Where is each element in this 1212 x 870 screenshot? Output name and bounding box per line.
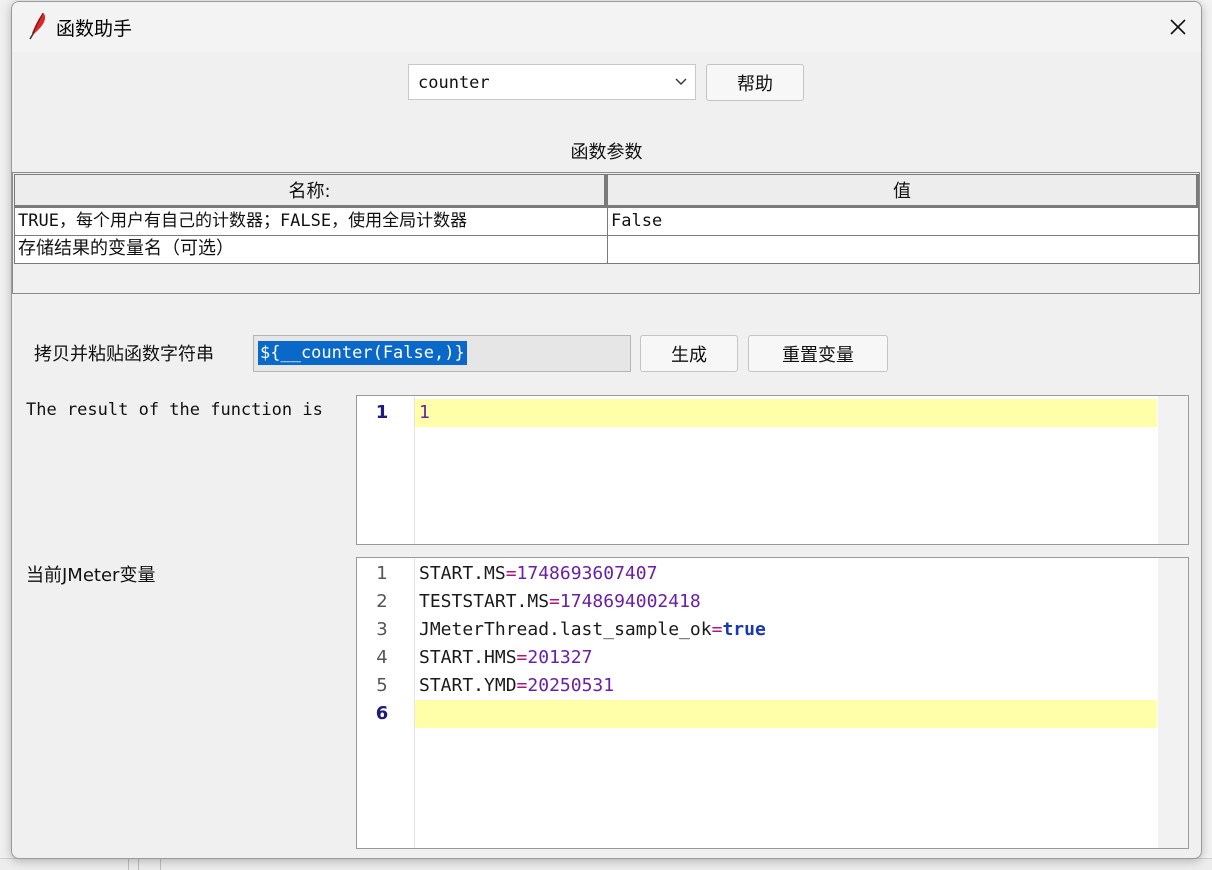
window-title: 函数助手 (56, 18, 133, 40)
editor-line: 1 1 (357, 399, 1188, 427)
editor-line: 5 START.YMD=20250531 (357, 672, 1188, 700)
editor-line: 2 TESTSTART.MS=1748694002418 (357, 588, 1188, 616)
editor-line: 3 JMeterThread.last_sample_ok=true (357, 616, 1188, 644)
column-header-value[interactable]: 值 (607, 174, 1199, 207)
param-value-cell[interactable]: False (607, 207, 1199, 236)
line-text: START.YMD=20250531 (415, 672, 1157, 700)
result-label: The result of the function is (26, 400, 323, 420)
background-window-edge (1201, 0, 1212, 869)
equals-sign: = (516, 647, 528, 668)
variable-value: true (722, 619, 766, 640)
background-divider (138, 859, 139, 870)
line-number: 2 (376, 591, 388, 612)
line-text: JMeterThread.last_sample_ok=true (415, 616, 1157, 644)
title-bar[interactable]: 函数助手 (12, 2, 1201, 52)
function-select[interactable]: counter (408, 64, 696, 100)
variable-key: JMeterThread.last_sample_ok (419, 619, 712, 640)
close-button[interactable] (1155, 2, 1201, 52)
line-text: START.HMS=201327 (415, 644, 1157, 672)
help-button[interactable]: 帮助 (706, 64, 804, 101)
close-icon (1170, 19, 1186, 35)
variable-key: START.HMS (419, 647, 517, 668)
line-text: 1 (415, 399, 1157, 427)
equals-sign: = (505, 563, 517, 584)
function-helper-dialog: 函数助手 counter 帮助 函数参数 名称: 值 TRUE，每个用户有自己的… (11, 1, 1202, 859)
line-number: 1 (376, 563, 388, 584)
variable-value: 1748693607407 (516, 563, 658, 584)
param-value-cell[interactable] (607, 235, 1199, 264)
feather-icon (29, 12, 46, 40)
variable-key: START.MS (419, 563, 506, 584)
line-number: 4 (376, 647, 388, 668)
equals-sign: = (711, 619, 723, 640)
line-number: 1 (375, 402, 389, 423)
variable-value: 201327 (527, 647, 593, 668)
params-table: 名称: 值 TRUE，每个用户有自己的计数器；FALSE，使用全局计数器 Fal… (12, 172, 1200, 294)
variable-value: 20250531 (527, 675, 615, 696)
chevron-down-icon (675, 78, 687, 85)
variable-value: 1748694002418 (559, 591, 701, 612)
variable-key: START.YMD (419, 675, 517, 696)
function-select-value: counter (418, 73, 490, 93)
variable-key: TESTSTART.MS (419, 591, 550, 612)
background-window-bottom (0, 858, 1212, 870)
line-number: 5 (376, 675, 388, 696)
editor-line: 1 START.MS=1748693607407 (357, 560, 1188, 588)
line-text: START.MS=1748693607407 (415, 560, 1157, 588)
reset-variables-button[interactable]: 重置变量 (748, 335, 888, 372)
background-divider (160, 859, 161, 870)
params-section-title: 函数参数 (570, 142, 643, 163)
param-name-cell[interactable]: 存储结果的变量名（可选） (14, 235, 608, 264)
line-number: 6 (375, 703, 389, 724)
editor-line-current: 6 (357, 700, 1188, 728)
function-string-selected-text: ${__counter(False,)} (258, 341, 467, 365)
editor-line: 4 START.HMS=201327 (357, 644, 1188, 672)
result-editor[interactable]: 1 1 (356, 395, 1189, 545)
jmeter-variables-label: 当前JMeter变量 (26, 565, 156, 586)
function-string-field[interactable]: ${__counter(False,)} (253, 335, 631, 372)
variables-editor[interactable]: 1 START.MS=1748693607407 2 TESTSTART.MS=… (356, 557, 1189, 849)
line-text (415, 700, 1157, 728)
function-string-label: 拷贝并粘贴函数字符串 (34, 344, 214, 365)
column-header-name[interactable]: 名称: (14, 174, 607, 207)
equals-sign: = (516, 675, 528, 696)
generate-button[interactable]: 生成 (640, 335, 738, 372)
line-number: 3 (376, 619, 388, 640)
background-divider (128, 859, 129, 870)
param-name-cell[interactable]: TRUE，每个用户有自己的计数器；FALSE，使用全局计数器 (14, 207, 608, 236)
equals-sign: = (549, 591, 560, 612)
line-text: TESTSTART.MS=1748694002418 (415, 588, 1157, 616)
